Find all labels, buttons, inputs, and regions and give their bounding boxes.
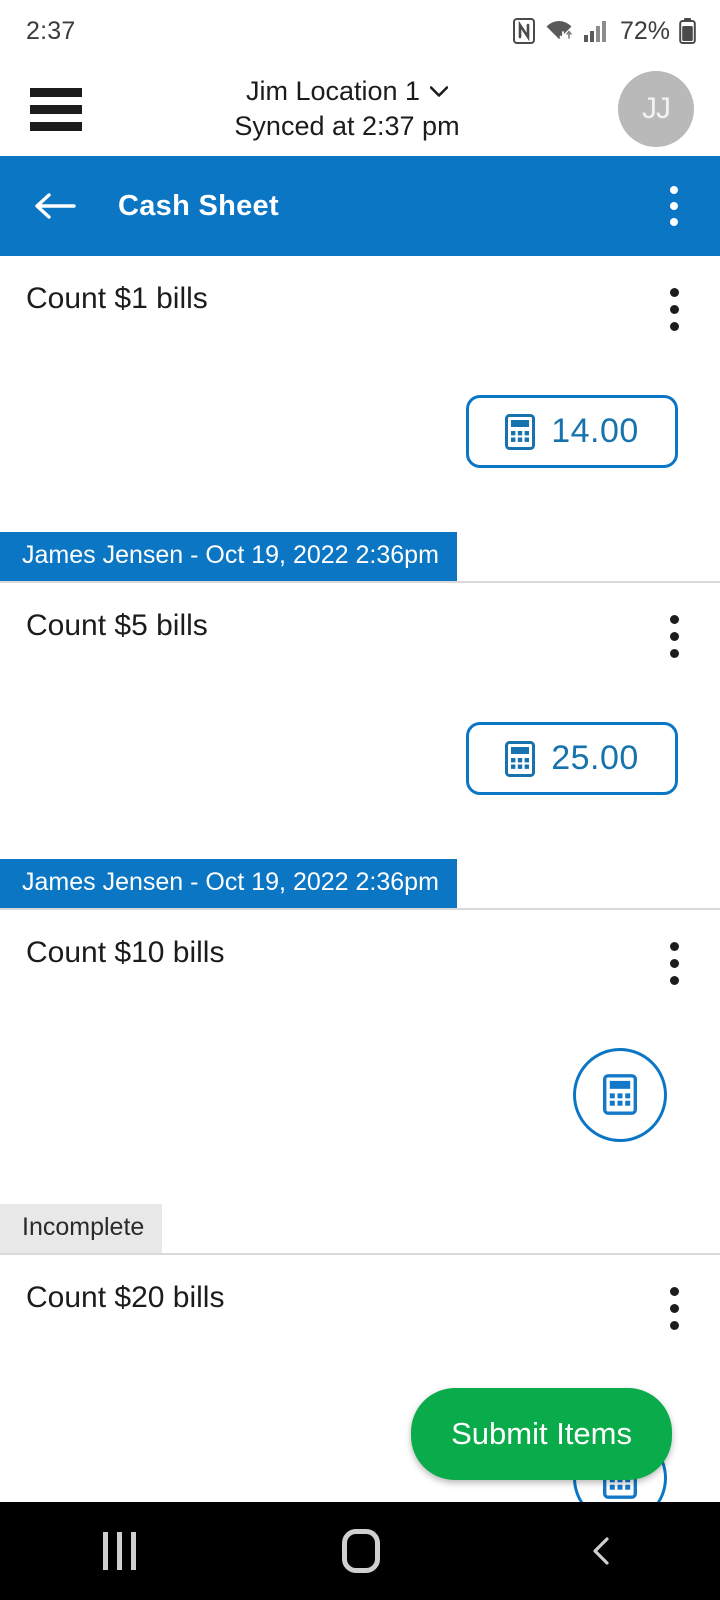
card-footer: James Jensen - Oct 19, 2022 2:36pm — [0, 859, 720, 908]
status-badge: James Jensen - Oct 19, 2022 2:36pm — [0, 532, 457, 581]
status-clock: 2:37 — [26, 16, 76, 45]
card-header: Count $5 bills — [0, 583, 720, 658]
item-value-button[interactable]: 14.00 — [466, 395, 678, 468]
more-vertical-icon[interactable] — [669, 615, 679, 658]
calculator-icon — [603, 1074, 637, 1115]
status-icons: 72% — [512, 16, 696, 46]
arrow-left-icon[interactable] — [34, 191, 76, 221]
back-chevron-icon[interactable] — [587, 1536, 617, 1566]
item-title: Count $5 bills — [26, 609, 208, 642]
card-footer: James Jensen - Oct 19, 2022 2:36pm — [0, 532, 720, 581]
submit-items-button[interactable]: Submit Items — [411, 1388, 672, 1480]
status-badge: James Jensen - Oct 19, 2022 2:36pm — [0, 859, 457, 908]
card-header: Count $1 bills — [0, 256, 720, 331]
cash-sheet-item-list: Count $1 bills 14.00 James Jensen - Oct … — [0, 256, 720, 1525]
phone-screen: 2:37 72% Jim Location 1 Synced at 2:37 p… — [0, 0, 720, 1600]
status-badge: Incomplete — [0, 1204, 163, 1253]
app-header: Jim Location 1 Synced at 2:37 pm JJ — [0, 62, 720, 156]
submit-items-label: Submit Items — [451, 1416, 632, 1451]
battery-percent-label: 72% — [619, 16, 670, 45]
card-body: 25.00 — [0, 658, 720, 859]
avatar-initials: JJ — [642, 92, 671, 125]
card-footer: Incomplete — [0, 1204, 720, 1253]
wifi-icon — [546, 21, 572, 41]
location-label: Jim Location 1 — [245, 76, 421, 106]
item-title: Count $10 bills — [26, 936, 225, 969]
item-value: 25.00 — [551, 739, 639, 777]
table-row[interactable]: Count $1 bills 14.00 James Jensen - Oct … — [0, 256, 720, 583]
more-vertical-icon[interactable] — [670, 186, 678, 226]
more-vertical-icon[interactable] — [669, 1287, 679, 1330]
sync-status-label: Synced at 2:37 pm — [234, 111, 460, 141]
card-header: Count $20 bills — [0, 1255, 720, 1330]
system-nav-bar — [0, 1502, 720, 1600]
status-bar: 2:37 72% — [0, 0, 720, 62]
nfc-icon — [512, 18, 535, 44]
page-title: Cash Sheet — [118, 189, 279, 222]
card-body: 14.00 — [0, 331, 720, 532]
avatar[interactable]: JJ — [618, 71, 694, 147]
more-vertical-icon[interactable] — [669, 288, 679, 331]
card-header: Count $10 bills — [0, 910, 720, 985]
more-vertical-icon[interactable] — [669, 942, 679, 985]
calculator-icon — [505, 413, 536, 450]
calculator-icon — [505, 740, 536, 777]
app-toolbar: Cash Sheet — [0, 156, 720, 256]
item-calculator-button[interactable] — [573, 1047, 667, 1142]
recents-icon[interactable] — [103, 1532, 137, 1570]
hamburger-menu-icon[interactable] — [30, 87, 82, 131]
item-value-button[interactable]: 25.00 — [466, 722, 678, 795]
battery-icon — [679, 18, 696, 44]
home-icon[interactable] — [342, 1529, 381, 1573]
location-selector[interactable]: Jim Location 1 — [245, 76, 449, 107]
chevron-down-icon — [430, 86, 449, 97]
item-value: 14.00 — [551, 412, 639, 450]
item-title: Count $20 bills — [26, 1281, 225, 1314]
item-title: Count $1 bills — [26, 282, 208, 315]
cellular-signal-icon — [583, 21, 606, 42]
table-row[interactable]: Count $5 bills 25.00 James Jensen - Oct … — [0, 583, 720, 910]
table-row[interactable]: Count $10 bills Incomplete — [0, 910, 720, 1255]
card-body — [0, 985, 720, 1204]
header-center: Jim Location 1 Synced at 2:37 pm — [76, 76, 618, 142]
